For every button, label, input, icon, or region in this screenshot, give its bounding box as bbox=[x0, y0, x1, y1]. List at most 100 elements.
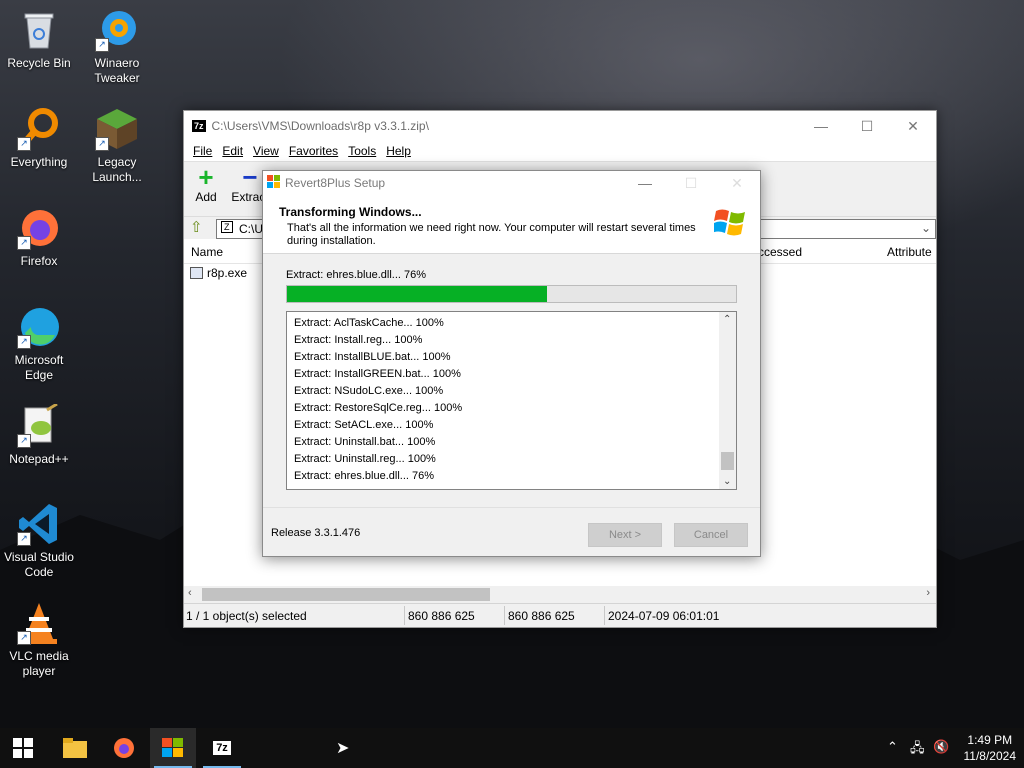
desktop-icon-legacy-launcher[interactable]: ↗ Legacy Launch... bbox=[79, 107, 155, 185]
start-button[interactable] bbox=[0, 728, 46, 768]
desktop-icon-vlc[interactable]: ↗ VLC media player bbox=[1, 601, 77, 679]
menu-edit[interactable]: Edit bbox=[217, 144, 248, 158]
plus-icon: + bbox=[198, 162, 214, 192]
volume-muted-icon[interactable]: 🔇 bbox=[933, 739, 949, 755]
everything-search-icon: ↗ bbox=[17, 107, 61, 151]
desktop-icon-firefox[interactable]: ↗ Firefox bbox=[1, 206, 77, 269]
setup-titlebar[interactable]: Revert8Plus Setup — ☐ ✕ bbox=[263, 171, 760, 195]
scroll-left-icon[interactable]: ‹ bbox=[188, 587, 192, 599]
log-line: Extract: Uninstall.bat... 100% bbox=[294, 436, 436, 448]
desktop-icon-recycle-bin[interactable]: Recycle Bin bbox=[1, 8, 77, 71]
desktop-icon-label: Microsoft Edge bbox=[14, 353, 64, 382]
status-size: 860 886 625 bbox=[408, 609, 475, 623]
column-name[interactable]: Name bbox=[191, 245, 223, 259]
menu-tools[interactable]: Tools bbox=[343, 144, 381, 158]
menu-view[interactable]: View bbox=[248, 144, 284, 158]
minimize-icon[interactable]: — bbox=[798, 118, 844, 135]
menu-file[interactable]: File bbox=[188, 144, 217, 158]
firefox-icon bbox=[114, 738, 134, 758]
windows-logo-icon bbox=[712, 207, 746, 240]
desktop-icon-winaero-tweaker[interactable]: ↗ Winaero Tweaker bbox=[79, 8, 155, 86]
7zip-window-title: C:\Users\VMS\Downloads\r8p v3.3.1.zip\ bbox=[211, 119, 429, 133]
status-bar: 1 / 1 object(s) selected 860 886 625 860… bbox=[184, 603, 936, 627]
network-icon[interactable]: 🖧 bbox=[910, 739, 925, 761]
menu-favorites[interactable]: Favorites bbox=[284, 144, 343, 158]
scroll-thumb[interactable] bbox=[721, 452, 734, 470]
mouse-cursor-icon: ➤ bbox=[336, 740, 350, 757]
vlc-cone-icon: ↗ bbox=[17, 601, 61, 645]
horizontal-scrollbar[interactable]: ‹ › bbox=[184, 586, 936, 603]
status-selection: 1 / 1 object(s) selected bbox=[186, 609, 307, 623]
folder-up-icon[interactable]: ⇧ bbox=[190, 218, 203, 236]
file-name: r8p.exe bbox=[207, 266, 248, 280]
recycle-bin-icon bbox=[17, 8, 61, 52]
vertical-scrollbar[interactable]: ⌃ ⌄ bbox=[719, 312, 736, 489]
maximize-icon[interactable]: ☐ bbox=[844, 118, 890, 135]
chevron-down-icon[interactable]: ⌄ bbox=[921, 221, 931, 235]
scroll-thumb[interactable] bbox=[202, 588, 490, 601]
taskbar: 7z ➤ ⌃ 🖧 🔇 1:49 PM 11/8/2024 bbox=[0, 728, 1024, 768]
log-line: Extract: ehres.blue.dll... 76% bbox=[294, 470, 435, 482]
extract-log[interactable]: ⌃ ⌄ Extract: AclTaskCache... 100% Extract… bbox=[286, 311, 737, 490]
minimize-icon[interactable]: — bbox=[622, 175, 668, 192]
clock-date: 11/8/2024 bbox=[963, 749, 1017, 763]
taskbar-revert8plus-setup[interactable] bbox=[150, 728, 196, 768]
clock[interactable]: 1:49 PM 11/8/2024 bbox=[964, 732, 1017, 764]
next-button[interactable]: Next > bbox=[588, 523, 662, 547]
desktop-icon-label: Firefox bbox=[20, 254, 58, 268]
log-line: Extract: NSudoLC.exe... 100% bbox=[294, 385, 444, 397]
log-line: Extract: Uninstall.reg... 100% bbox=[294, 453, 436, 465]
desktop-icon-label: VLC media player bbox=[9, 649, 69, 678]
shortcut-arrow-icon: ↗ bbox=[17, 236, 31, 250]
desktop-icon-everything[interactable]: ↗ Everything bbox=[1, 107, 77, 170]
file-row[interactable]: r8p.exe bbox=[190, 266, 247, 280]
firefox-icon: ↗ bbox=[17, 206, 61, 250]
exe-file-icon bbox=[190, 267, 203, 279]
desktop-icon-label: Legacy Launch... bbox=[92, 155, 142, 184]
log-line: Extract: SetACL.exe... 100% bbox=[294, 419, 434, 431]
setup-header: Transforming Windows... That's all the i… bbox=[263, 195, 760, 254]
setup-title: Revert8Plus Setup bbox=[285, 176, 386, 190]
release-label: Release 3.3.1.476 bbox=[271, 527, 361, 539]
close-icon: ✕ bbox=[731, 174, 743, 191]
7zip-titlebar[interactable]: 7z C:\Users\VMS\Downloads\r8p v3.3.1.zip… bbox=[184, 111, 936, 141]
path-text: C:\U bbox=[239, 222, 263, 236]
log-line: Extract: RestoreSqlCe.reg... 100% bbox=[294, 402, 463, 414]
close-icon[interactable]: ✕ bbox=[890, 118, 936, 135]
taskbar-7zip[interactable]: 7z bbox=[199, 728, 245, 768]
menu-help[interactable]: Help bbox=[381, 144, 416, 158]
desktop-icon-vscode[interactable]: ↗ Visual Studio Code bbox=[1, 502, 77, 580]
winaero-tweaker-icon: ↗ bbox=[95, 8, 139, 52]
add-button[interactable]: + Add bbox=[184, 164, 228, 204]
taskbar-firefox[interactable] bbox=[101, 728, 147, 768]
log-line: Extract: InstallGREEN.bat... 100% bbox=[294, 368, 461, 380]
progress-fill bbox=[287, 286, 548, 302]
scroll-down-icon[interactable]: ⌄ bbox=[723, 476, 731, 487]
status-date: 2024-07-09 06:01:01 bbox=[608, 609, 720, 623]
scroll-right-icon[interactable]: › bbox=[926, 587, 930, 599]
add-button-label: Add bbox=[195, 190, 217, 204]
shortcut-arrow-icon: ↗ bbox=[95, 38, 109, 52]
desktop-icon-label: Notepad++ bbox=[9, 452, 69, 466]
7zip-menubar: File Edit View Favorites Tools Help bbox=[184, 141, 936, 161]
legacy-launcher-icon: ↗ bbox=[95, 107, 139, 151]
column-accessed[interactable]: ccessed bbox=[758, 245, 802, 259]
current-extract-label: Extract: ehres.blue.dll... 76% bbox=[286, 269, 427, 281]
windows-start-icon bbox=[13, 738, 33, 758]
desktop-icon-microsoft-edge[interactable]: ↗ Microsoft Edge bbox=[1, 305, 77, 383]
7zip-logo-icon: 7z bbox=[213, 741, 231, 755]
desktop-icon-label: Recycle Bin bbox=[7, 56, 71, 70]
vscode-icon: ↗ bbox=[17, 502, 61, 546]
column-attributes[interactable]: Attribute bbox=[887, 245, 932, 259]
desktop-icon-label: Winaero Tweaker bbox=[94, 56, 140, 85]
desktop-icon-notepadpp[interactable]: ↗ Notepad++ bbox=[1, 402, 77, 467]
desktop-icon-label: Everything bbox=[10, 155, 68, 169]
setup-heading: Transforming Windows... bbox=[279, 205, 422, 219]
cancel-button[interactable]: Cancel bbox=[674, 523, 748, 547]
progress-bar bbox=[286, 285, 737, 303]
chevron-up-icon[interactable]: ⌃ bbox=[887, 739, 898, 755]
scroll-up-icon[interactable]: ⌃ bbox=[723, 314, 731, 325]
archive-icon: Z bbox=[221, 221, 233, 233]
taskbar-file-explorer[interactable] bbox=[52, 728, 98, 768]
shortcut-arrow-icon: ↗ bbox=[95, 137, 109, 151]
